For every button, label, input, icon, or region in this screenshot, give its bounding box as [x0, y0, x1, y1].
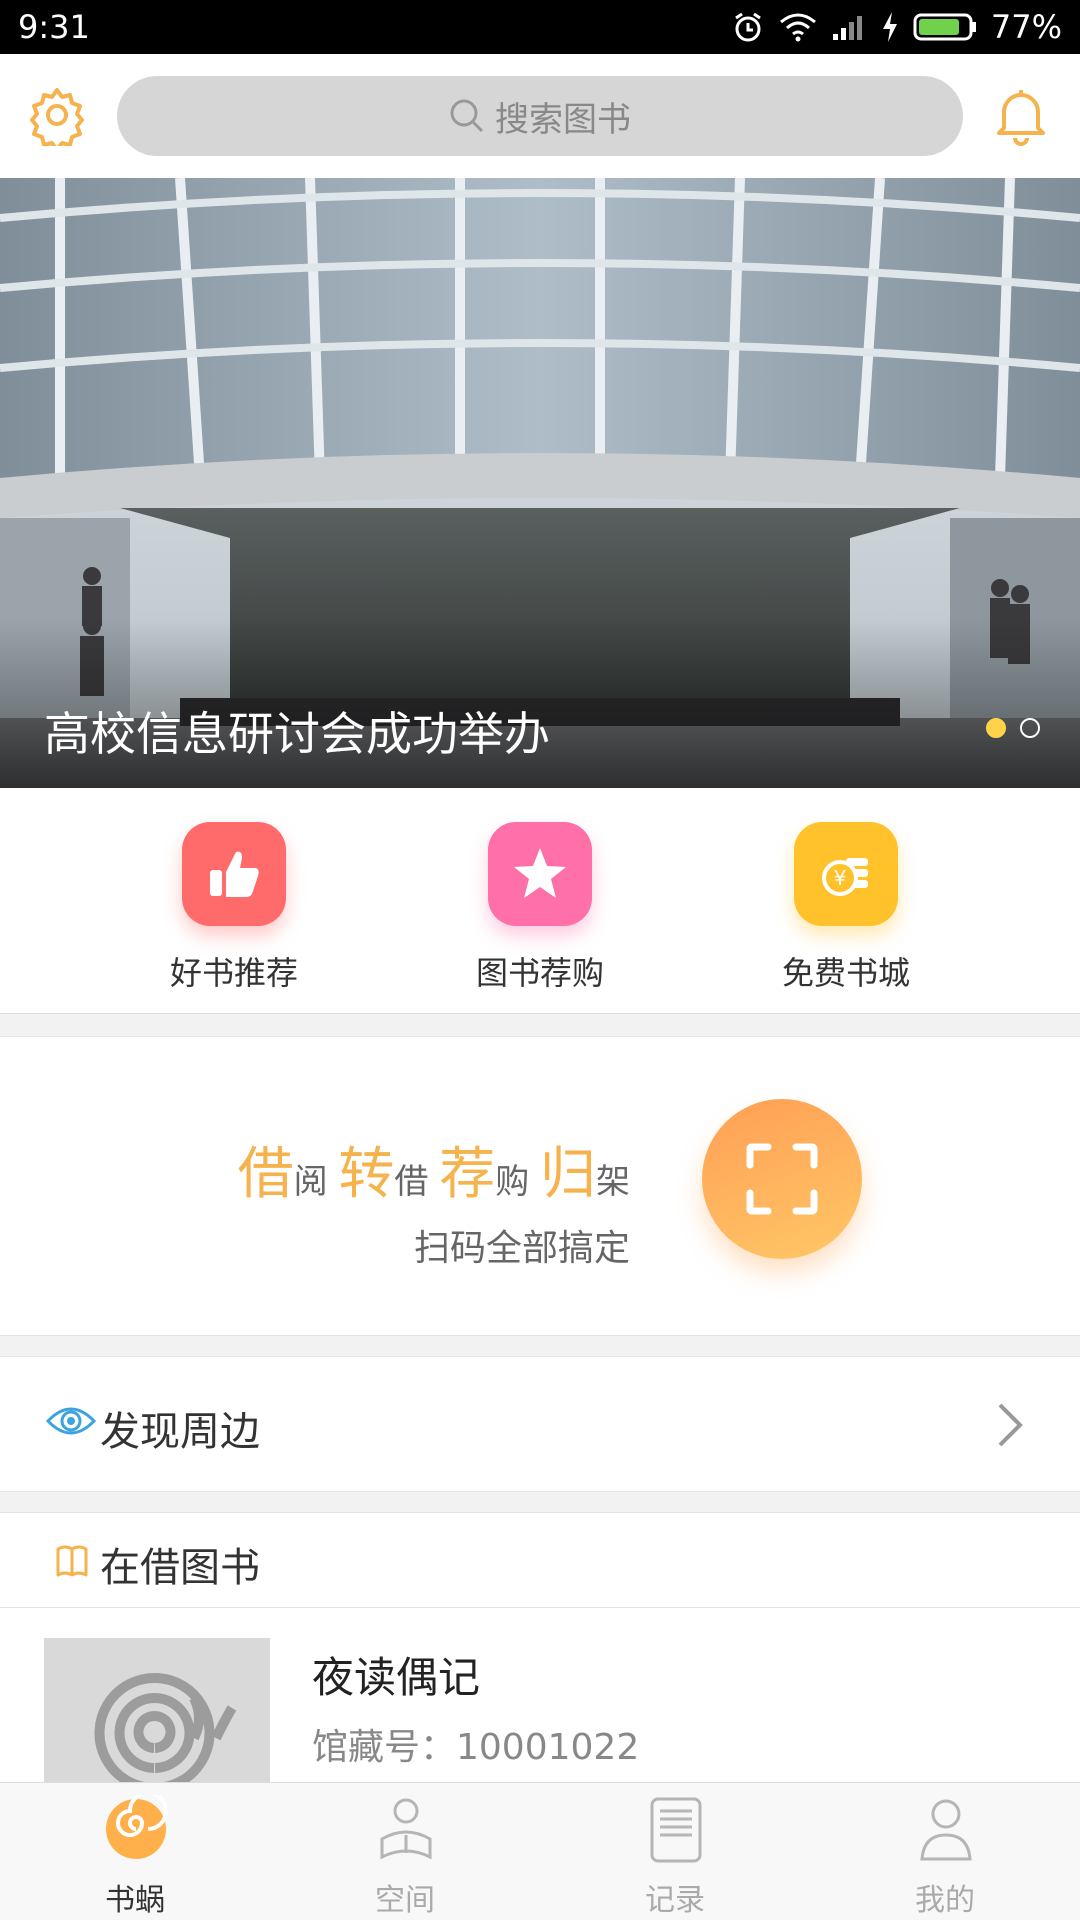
status-bar: 9:31 77%	[0, 0, 1080, 54]
book-icon	[56, 1545, 88, 1577]
scan-slogan: 借阅 转借 荐购 归架	[238, 1129, 630, 1210]
svg-text:¥: ¥	[834, 866, 847, 890]
carousel-indicator	[986, 718, 1040, 738]
search-input[interactable]: 搜索图书	[117, 76, 963, 156]
slogan-small-2: 借	[394, 1162, 429, 1202]
banner-image	[0, 178, 1080, 788]
scan-button[interactable]	[702, 1099, 862, 1259]
carousel-dot-2[interactable]	[1020, 718, 1040, 738]
status-icons: 77%	[731, 8, 1062, 46]
carousel-dot-1[interactable]	[986, 718, 1006, 738]
signal-icon	[832, 16, 862, 40]
tab-mine[interactable]: 我的	[810, 1783, 1080, 1920]
tab-space[interactable]: 空间	[270, 1783, 540, 1920]
slogan-small-3: 购	[495, 1162, 530, 1202]
notification-button[interactable]	[990, 84, 1052, 146]
scan-subtitle: 扫码全部搞定	[413, 1228, 630, 1269]
tab-label: 书蜗	[105, 1883, 165, 1918]
slogan-big-2: 转	[338, 1142, 395, 1207]
book-list-item[interactable]: 夜读偶记 馆藏号：10001022	[0, 1608, 1080, 1808]
eye-icon	[46, 1407, 96, 1435]
person-icon	[920, 1799, 972, 1861]
wifi-icon	[779, 13, 816, 42]
star-icon	[488, 822, 592, 926]
alarm-icon	[735, 12, 761, 42]
charging-icon	[882, 12, 897, 42]
good-books-label: 好书推荐	[169, 954, 298, 992]
status-time: 9:31	[18, 8, 90, 46]
battery-percent: 77%	[990, 8, 1062, 46]
snail-icon	[106, 1795, 168, 1859]
record-icon	[650, 1797, 702, 1863]
quick-actions: 好书推荐 图书荐购 ¥ 免费书城	[0, 788, 1080, 1014]
tab-label: 记录	[645, 1883, 705, 1918]
banner-caption: 高校信息研讨会成功举办	[44, 707, 550, 761]
banner-carousel[interactable]: 高校信息研讨会成功举办	[0, 178, 1080, 788]
bottom-tab-bar: 书蜗 空间 记录 我的	[0, 1782, 1080, 1920]
discover-label: 发现周边	[100, 1409, 260, 1455]
free-bookstore-label: 免费书城	[781, 954, 910, 992]
thumbs-up-icon	[182, 822, 286, 926]
header: 搜索图书	[0, 54, 1080, 178]
discover-nearby-row[interactable]: 发现周边	[0, 1356, 1080, 1492]
tab-records[interactable]: 记录	[540, 1783, 810, 1920]
slogan-small-1: 阅	[293, 1162, 328, 1202]
slogan-small-4: 架	[596, 1162, 630, 1202]
slogan-big-4: 归	[540, 1142, 596, 1207]
coin-icon: ¥	[794, 822, 898, 926]
book-title: 夜读偶记	[312, 1653, 481, 1702]
borrowed-books-label: 在借图书	[100, 1545, 260, 1591]
search-placeholder: 搜索图书	[495, 99, 631, 140]
app-screen: 9:31 77% 搜索图书 高校信息研讨会成功举办 好书推荐 图书荐购 ¥ 免费…	[0, 0, 1080, 1920]
good-books-button[interactable]: 好书推荐	[134, 822, 334, 994]
reader-icon	[380, 1798, 432, 1860]
tab-shuwo[interactable]: 书蜗	[0, 1783, 270, 1920]
tab-label: 我的	[915, 1883, 975, 1918]
book-purchase-label: 图书荐购	[475, 954, 604, 992]
borrowed-books-header: 在借图书	[0, 1512, 1080, 1608]
battery-icon	[913, 13, 976, 41]
gear-icon	[30, 88, 84, 152]
search-icon	[450, 99, 484, 133]
scan-icon	[746, 1143, 818, 1215]
bell-icon	[997, 90, 1045, 146]
scan-card: 借阅 转借 荐购 归架 扫码全部搞定	[0, 1036, 1080, 1336]
book-purchase-button[interactable]: 图书荐购	[440, 822, 640, 994]
book-call-number: 馆藏号：10001022	[312, 1727, 640, 1768]
chevron-right-icon	[998, 1403, 1023, 1447]
free-bookstore-button[interactable]: ¥ 免费书城	[746, 822, 946, 994]
tab-label: 空间	[375, 1883, 435, 1918]
slogan-big-1: 借	[237, 1142, 294, 1207]
slogan-big-3: 荐	[439, 1142, 496, 1207]
settings-button[interactable]	[26, 84, 88, 152]
